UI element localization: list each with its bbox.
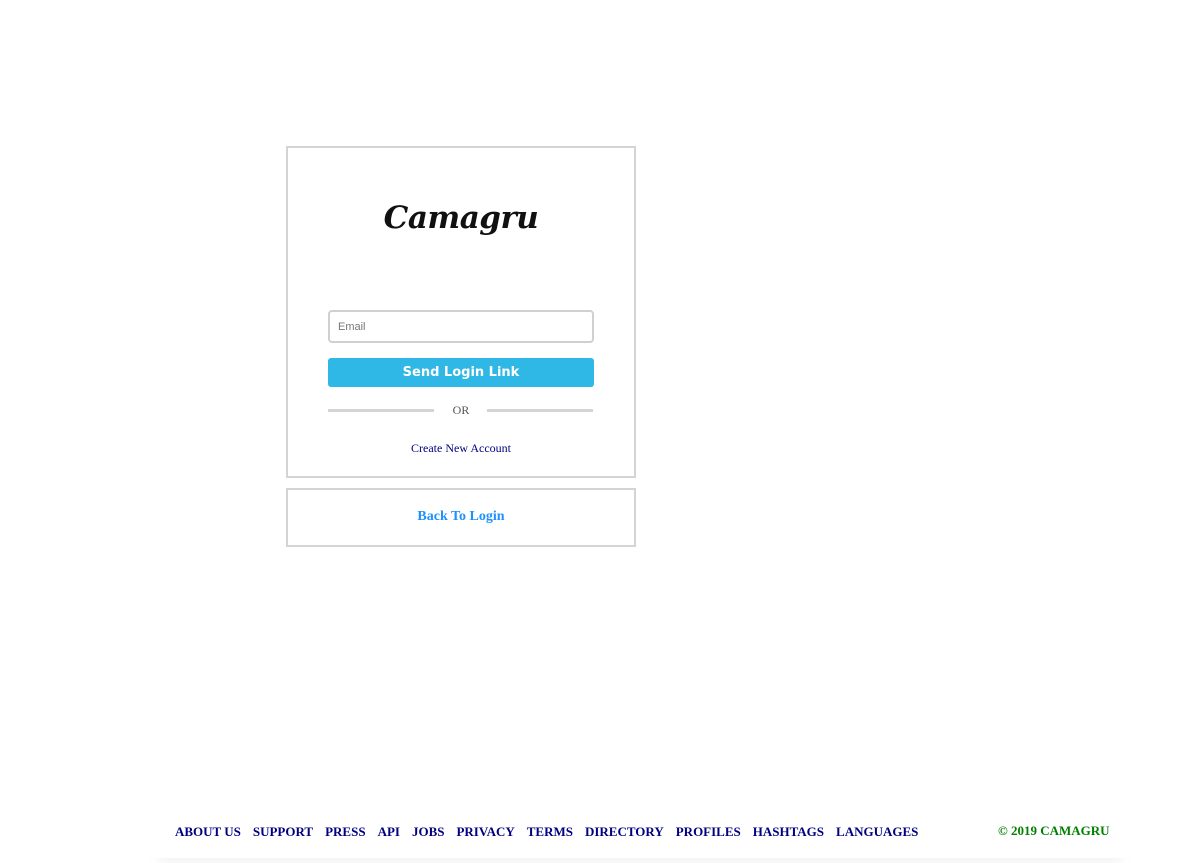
send-login-link-button[interactable]: Send Login Link — [328, 358, 594, 387]
footer-link-about-us[interactable]: ABOUT US — [175, 824, 241, 840]
footer-link-directory[interactable]: DIRECTORY — [585, 824, 664, 840]
email-field[interactable] — [328, 310, 594, 343]
footer: ABOUT US SUPPORT PRESS API JOBS PRIVACY TERMS D… — [150, 818, 1130, 858]
reset-card: Camagru Send Login Link OR Create New Ac… — [286, 146, 636, 478]
footer-link-support[interactable]: SUPPORT — [253, 824, 313, 840]
copyright-text: © 2019 CAMAGRU — [998, 823, 1110, 838]
footer-link-languages[interactable]: LANGUAGES — [836, 824, 918, 840]
footer-link-api[interactable]: API — [378, 824, 400, 840]
footer-link-privacy[interactable]: PRIVACY — [456, 824, 514, 840]
create-account-link[interactable]: Create New Account — [288, 441, 634, 456]
footer-link-terms[interactable]: TERMS — [527, 824, 573, 840]
brand-logo: Camagru — [383, 200, 539, 236]
footer-link-hashtags[interactable]: HASHTAGS — [753, 824, 824, 840]
footer-nav: ABOUT US SUPPORT PRESS API JOBS PRIVACY TERMS D… — [175, 823, 930, 841]
back-to-login-link[interactable]: Back To Login — [288, 509, 634, 525]
divider-line-right — [487, 409, 593, 412]
or-divider: OR — [328, 402, 594, 418]
footer-link-press[interactable]: PRESS — [325, 824, 365, 840]
back-to-login-card: Back To Login — [286, 488, 636, 547]
footer-link-jobs[interactable]: JOBS — [412, 824, 445, 840]
footer-link-profiles[interactable]: PROFILES — [676, 824, 741, 840]
